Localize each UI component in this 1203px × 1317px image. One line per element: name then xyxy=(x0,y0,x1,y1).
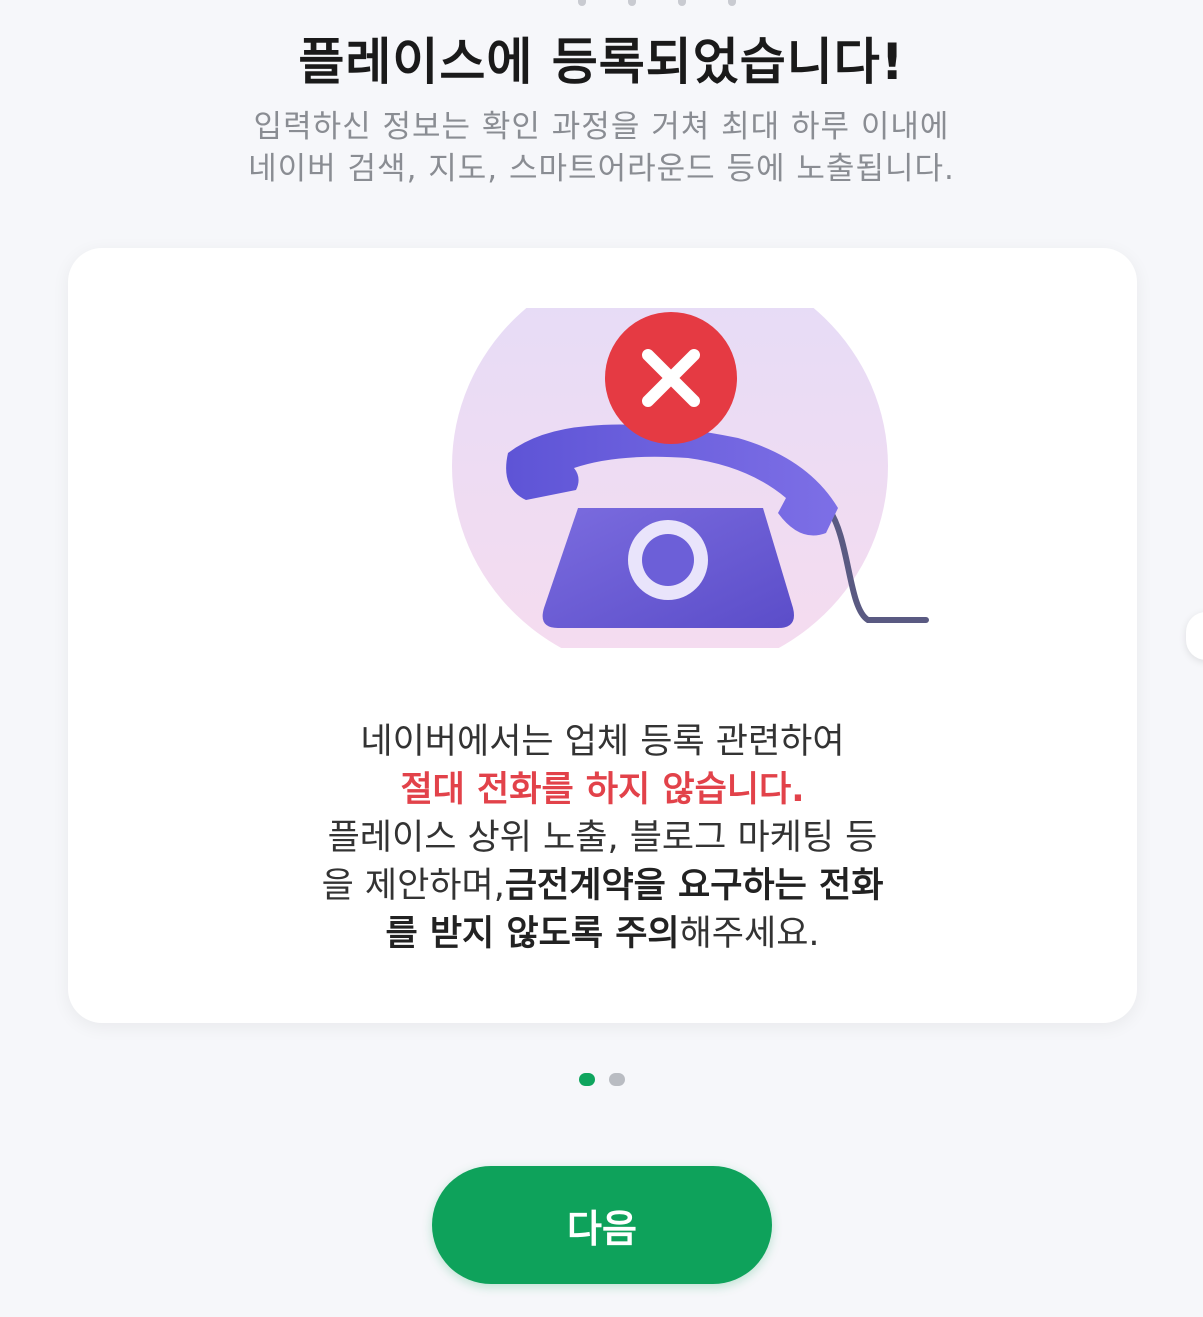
subtitle-line: 입력하신 정보는 확인 과정을 거쳐 최대 하루 이내에 xyxy=(253,109,950,145)
notice-line: 네이버에서는 업체 등록 관련하여 xyxy=(360,722,845,762)
next-button[interactable]: 다음 xyxy=(432,1166,772,1284)
top-decoration xyxy=(578,0,736,6)
notice-line-emphasis: 금전계약을 요구하는 전화 xyxy=(504,866,884,906)
page-subtitle: 입력하신 정보는 확인 과정을 거쳐 최대 하루 이내에 네이버 검색, 지도,… xyxy=(0,106,1203,190)
pager-dot-active[interactable] xyxy=(579,1073,595,1086)
notice-line-part: 을 제안하며, xyxy=(321,866,505,906)
notice-text: 네이버에서는 업체 등록 관련하여 절대 전화를 하지 않습니다. 플레이스 상… xyxy=(68,718,1137,958)
subtitle-line: 네이버 검색, 지도, 스마트어라운드 등에 노출됩니다. xyxy=(248,151,955,187)
notice-line-emphasis: 를 받지 않도록 주의 xyxy=(385,914,680,954)
notice-line: 을 제안하며,금전계약을 요구하는 전화 xyxy=(68,862,1137,910)
decoration-dot xyxy=(578,0,586,6)
decoration-dot xyxy=(728,0,736,6)
notice-line-part: 해주세요. xyxy=(679,914,820,954)
decoration-dot xyxy=(628,0,636,6)
pager-dot[interactable] xyxy=(609,1073,625,1086)
no-call-warning: 절대 전화를 하지 않습니다. xyxy=(400,770,805,810)
notice-line: 를 받지 않도록 주의해주세요. xyxy=(68,910,1137,958)
notice-card: 네이버에서는 업체 등록 관련하여 절대 전화를 하지 않습니다. 플레이스 상… xyxy=(68,248,1137,1023)
page-title: 플레이스에 등록되었습니다! xyxy=(298,33,905,91)
notice-line: 플레이스 상위 노출, 블로그 마케팅 등 xyxy=(327,818,878,858)
next-slide-handle[interactable] xyxy=(1186,612,1203,660)
decoration-dot xyxy=(678,0,686,6)
blocked-phone-icon xyxy=(452,308,929,648)
carousel-pager xyxy=(579,1073,625,1086)
